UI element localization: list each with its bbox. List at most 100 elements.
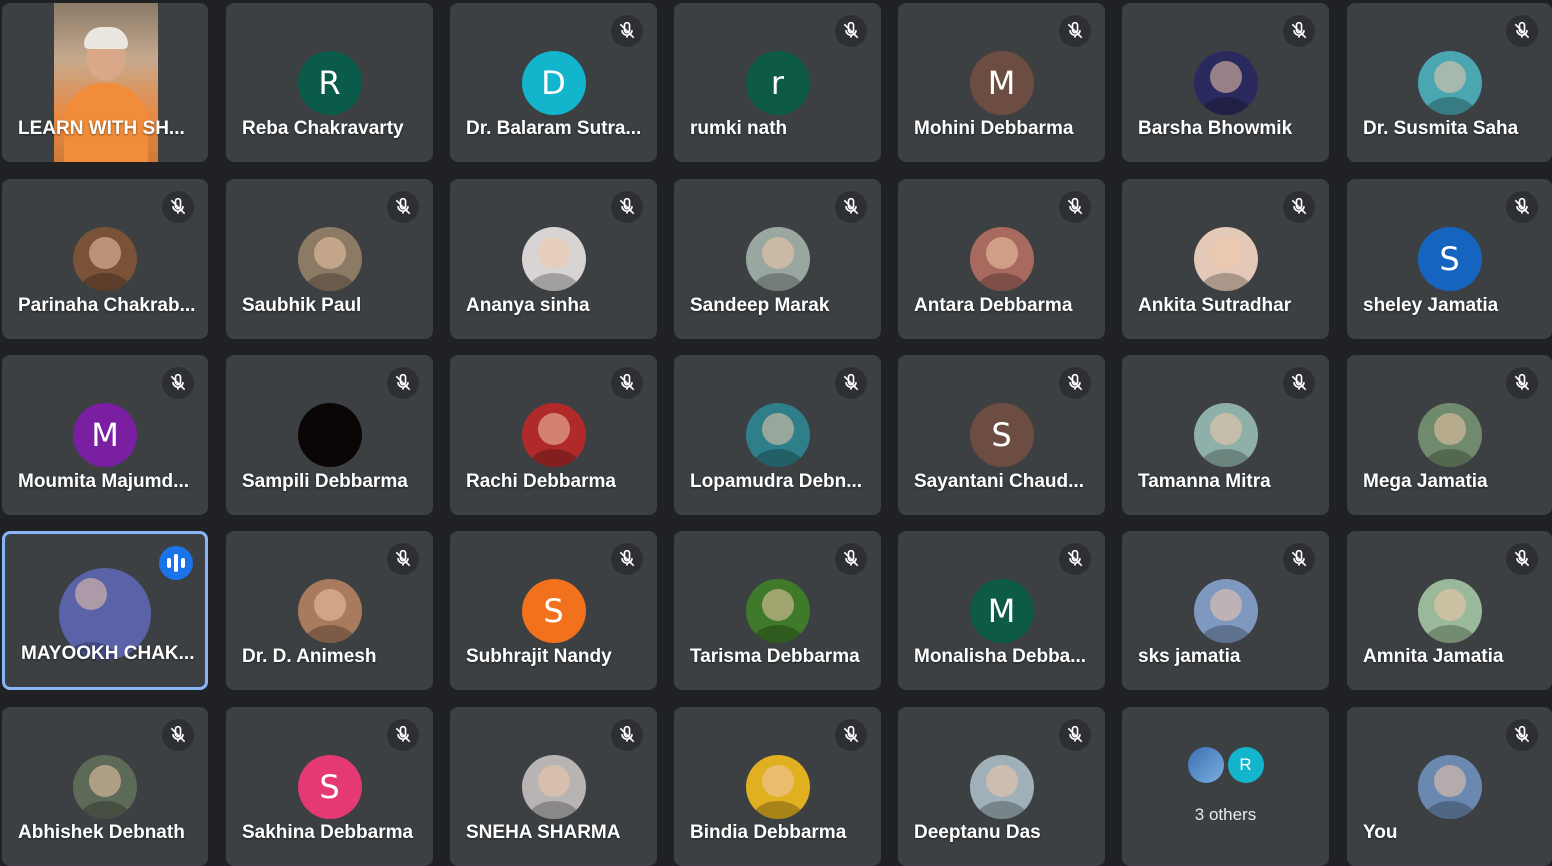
avatar: [1417, 403, 1482, 467]
participant-grid: LEARN WITH SH... R Reba Chakravarty D Dr. Ba…: [0, 0, 1552, 866]
mic-off-icon: [387, 367, 419, 399]
avatar: [1193, 579, 1258, 643]
participant-tile-sheley-jamatia[interactable]: Ssheley Jamatia: [1347, 179, 1552, 339]
participant-tile-saubhik-paul[interactable]: Saubhik Paul: [226, 179, 433, 339]
participant-tile-learn-with-sh[interactable]: LEARN WITH SH...: [2, 3, 208, 162]
mic-off-icon: [387, 719, 419, 751]
avatar: [297, 403, 362, 467]
participant-name: Tamanna Mitra: [1138, 471, 1271, 492]
avatar: [73, 227, 137, 291]
participant-name: SNEHA SHARMA: [466, 822, 621, 843]
participant-name: Ananya sinha: [466, 295, 590, 316]
participant-tile-tarisma-debbarma[interactable]: Tarisma Debbarma: [674, 531, 881, 690]
speaking-indicator-icon: [159, 546, 193, 580]
participant-name: Amnita Jamatia: [1363, 646, 1504, 667]
participant-tile-ankita-sutradhar[interactable]: Ankita Sutradhar: [1122, 179, 1329, 339]
participant-name: LEARN WITH SH...: [18, 118, 185, 139]
participant-name: Deeptanu Das: [914, 822, 1041, 843]
avatar: [521, 403, 586, 467]
mic-off-icon: [611, 719, 643, 751]
mic-off-icon: [1059, 367, 1091, 399]
participant-tile-tamanna-mitra[interactable]: Tamanna Mitra: [1122, 355, 1329, 515]
participant-tile-abhishek-debnath[interactable]: Abhishek Debnath: [2, 707, 208, 866]
mic-off-icon: [835, 543, 867, 575]
mic-off-icon: [1506, 191, 1538, 223]
participant-tile-dr-susmita-saha[interactable]: Dr. Susmita Saha: [1347, 3, 1552, 162]
participant-name: Antara Debbarma: [914, 295, 1073, 316]
mic-off-icon: [1283, 543, 1315, 575]
mic-off-icon: [835, 191, 867, 223]
avatar: M: [969, 51, 1034, 115]
participant-tile-barsha-bhowmik[interactable]: Barsha Bhowmik: [1122, 3, 1329, 162]
mic-off-icon: [1506, 15, 1538, 47]
mic-off-icon: [1283, 15, 1315, 47]
participant-tile-sakhina-debbarma[interactable]: S Sakhina Debbarma: [226, 707, 433, 866]
participant-tile-sks-jamatia[interactable]: sks jamatia: [1122, 531, 1329, 690]
participant-tile-dr-d-animesh[interactable]: Dr. D. Animesh: [226, 531, 433, 690]
avatar: S: [297, 755, 362, 819]
participant-name: Sayantani Chaud...: [914, 471, 1084, 492]
participant-tile-reba-chakravarty[interactable]: R Reba Chakravarty: [226, 3, 433, 162]
mic-off-icon: [387, 191, 419, 223]
participant-name: Tarisma Debbarma: [690, 646, 860, 667]
participant-tile-3-others[interactable]: R 3 others: [1122, 707, 1329, 866]
mic-off-icon: [1059, 15, 1091, 47]
mic-off-icon: [1059, 719, 1091, 751]
participant-tile-dr-balaram-sutra[interactable]: D Dr. Balaram Sutra...: [450, 3, 657, 162]
avatar: [521, 755, 586, 819]
participant-name: You: [1363, 822, 1398, 843]
participant-tile-mega-jamatia[interactable]: Mega Jamatia: [1347, 355, 1552, 515]
participant-name: Sandeep Marak: [690, 295, 830, 316]
avatar: [1417, 579, 1482, 643]
participant-tile-antara-debbarma[interactable]: Antara Debbarma: [898, 179, 1105, 339]
participant-tile-parinaha-chakrab[interactable]: Parinaha Chakrab...: [2, 179, 208, 339]
participant-tile-deeptanu-das[interactable]: Deeptanu Das: [898, 707, 1105, 866]
participant-tile-bindia-debbarma[interactable]: Bindia Debbarma: [674, 707, 881, 866]
mic-off-icon: [387, 543, 419, 575]
participant-tile-rumki-nath[interactable]: r rumki nath: [674, 3, 881, 162]
participant-tile-sneha-sharma[interactable]: SNEHA SHARMA: [450, 707, 657, 866]
participant-tile-ananya-sinha[interactable]: Ananya sinha: [450, 179, 657, 339]
avatar: R: [1227, 747, 1264, 783]
participant-tile-subhrajit-nandy[interactable]: S Subhrajit Nandy: [450, 531, 657, 690]
participant-name: sks jamatia: [1138, 646, 1241, 667]
avatar: [73, 755, 137, 819]
participant-tile-moumita-majumd[interactable]: M Moumita Majumd...: [2, 355, 208, 515]
participant-name: Dr. Susmita Saha: [1363, 118, 1519, 139]
participant-name: Monalisha Debba...: [914, 646, 1087, 667]
avatar: [297, 579, 362, 643]
participant-name: Saubhik Paul: [242, 295, 362, 316]
mic-off-icon: [1506, 367, 1538, 399]
participant-tile-sayantani-chaud[interactable]: S Sayantani Chaud...: [898, 355, 1105, 515]
participant-tile-mohini-debbarma[interactable]: M Mohini Debbarma: [898, 3, 1105, 162]
mic-off-icon: [1506, 543, 1538, 575]
avatar: M: [969, 579, 1034, 643]
participant-tile-sandeep-marak[interactable]: Sandeep Marak: [674, 179, 881, 339]
avatar: S: [969, 403, 1034, 467]
mic-off-icon: [1283, 367, 1315, 399]
participant-tile-amnita-jamatia[interactable]: Amnita Jamatia: [1347, 531, 1552, 690]
avatar: [969, 755, 1034, 819]
participant-name: Mohini Debbarma: [914, 118, 1074, 139]
mic-off-icon: [835, 719, 867, 751]
participant-name: Ankita Sutradhar: [1138, 295, 1292, 316]
participant-name: MAYOOKH CHAK...: [21, 643, 195, 664]
avatar: D: [521, 51, 586, 115]
participant-name: Reba Chakravarty: [242, 118, 404, 139]
avatar: [297, 227, 362, 291]
participant-tile-rachi-debbarma[interactable]: Rachi Debbarma: [450, 355, 657, 515]
mic-off-icon: [611, 191, 643, 223]
participant-tile-lopamudra-debn[interactable]: Lopamudra Debn...: [674, 355, 881, 515]
mic-off-icon: [1059, 191, 1091, 223]
participant-name: Sakhina Debbarma: [242, 822, 414, 843]
mic-off-icon: [611, 543, 643, 575]
participant-tile-monalisha-debba[interactable]: M Monalisha Debba...: [898, 531, 1105, 690]
participant-name: Abhishek Debnath: [18, 822, 185, 843]
avatar: [521, 227, 586, 291]
participant-name: Mega Jamatia: [1363, 471, 1488, 492]
participant-tile-sampili-debbarma[interactable]: Sampili Debbarma: [226, 355, 433, 515]
avatar: R: [297, 51, 362, 115]
participant-tile-mayookh-chak[interactable]: MAYOOKH CHAK...: [2, 531, 208, 690]
participant-tile-you[interactable]: You: [1347, 707, 1552, 866]
participant-name: Parinaha Chakrab...: [18, 295, 196, 316]
